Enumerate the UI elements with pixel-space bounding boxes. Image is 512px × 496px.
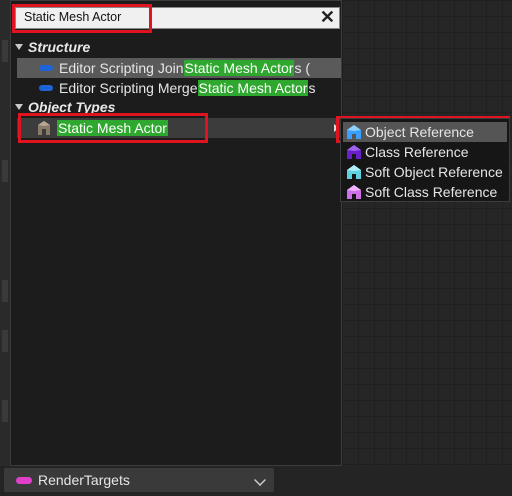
category-structure[interactable]: Structure	[15, 39, 90, 55]
submenu-item-soft-class-reference[interactable]: Soft Class Reference	[343, 182, 507, 202]
menu-item-prefix: Editor Scripting Merge	[59, 80, 198, 96]
panel-tab[interactable]	[2, 330, 8, 352]
submenu-item-object-reference[interactable]: Object Reference	[343, 122, 507, 142]
reference-type-submenu: Object Reference Class Reference Soft Ob…	[340, 118, 510, 202]
close-icon[interactable]: ✕	[320, 6, 335, 28]
chevron-down-icon[interactable]	[254, 474, 266, 486]
submenu-item-label: Soft Object Reference	[365, 164, 503, 180]
action-menu: Static Mesh Actor ✕ Structure Editor Scr…	[10, 0, 342, 466]
panel-tab[interactable]	[2, 280, 8, 302]
menu-item-prefix: Editor Scripting Join	[59, 60, 184, 76]
class-reference-icon	[347, 145, 361, 159]
function-pill-icon	[39, 85, 53, 91]
expand-triangle-icon	[15, 104, 23, 110]
submenu-item-label: Object Reference	[365, 124, 474, 140]
object-reference-icon	[347, 125, 361, 139]
soft-class-reference-icon	[347, 185, 361, 199]
search-match-highlight: Static Mesh Actor	[197, 80, 309, 96]
search-match-highlight: Static Mesh Actor	[183, 60, 295, 76]
render-targets-label: RenderTargets	[38, 472, 130, 488]
submenu-item-label: Class Reference	[365, 144, 469, 160]
submenu-item-soft-object-reference[interactable]: Soft Object Reference	[343, 162, 507, 182]
panel-tab[interactable]	[2, 160, 8, 182]
panel-tab[interactable]	[2, 400, 8, 422]
panel-tab[interactable]	[2, 40, 8, 62]
menu-item-editor-scripting-join[interactable]: Editor Scripting Join Static Mesh Actor …	[17, 58, 341, 78]
left-panel-edge	[0, 0, 10, 496]
render-targets-row[interactable]: RenderTargets	[4, 468, 274, 492]
annotation-box-static-mesh-actor	[18, 113, 208, 143]
menu-item-editor-scripting-merge[interactable]: Editor Scripting Merge Static Mesh Actor…	[17, 78, 341, 98]
graph-canvas[interactable]	[342, 0, 512, 496]
submenu-item-class-reference[interactable]: Class Reference	[343, 142, 507, 162]
submenu-item-label: Soft Class Reference	[365, 184, 498, 200]
menu-item-suffix: s (	[294, 60, 311, 76]
function-pill-icon	[39, 65, 53, 71]
annotation-box-search	[12, 4, 152, 33]
menu-item-suffix: s	[308, 80, 316, 96]
soft-object-reference-icon	[347, 165, 361, 179]
expand-triangle-icon	[15, 44, 23, 50]
variable-pill-icon	[16, 476, 32, 484]
